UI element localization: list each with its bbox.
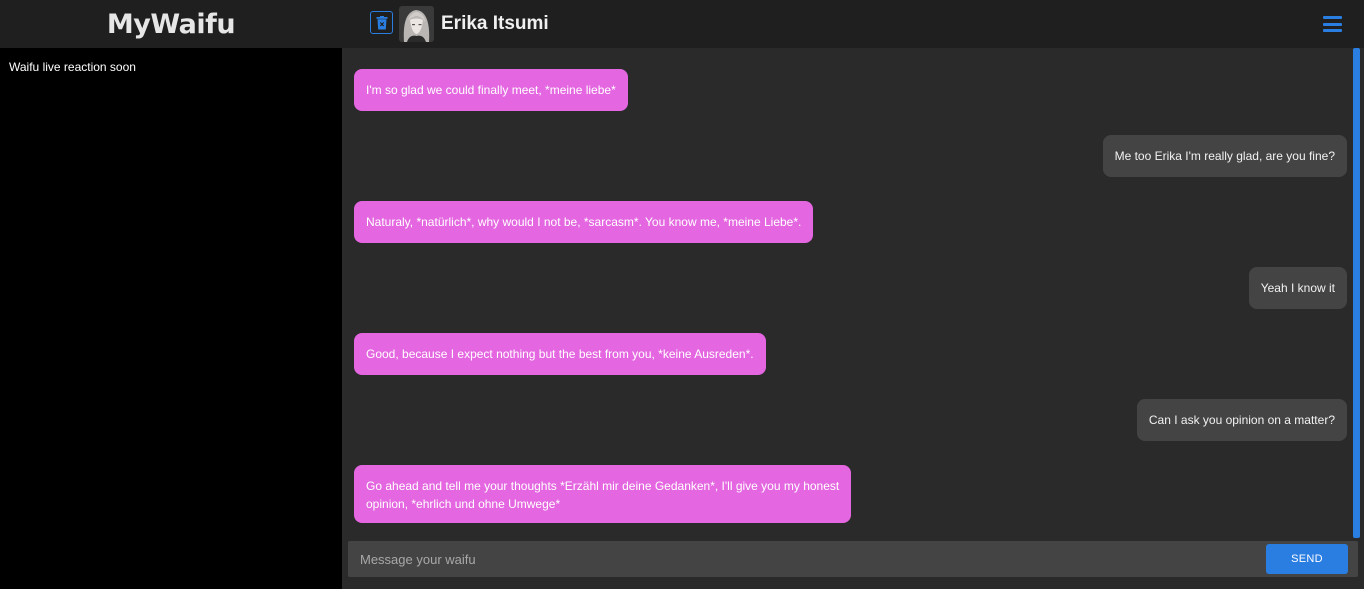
message-line: Go ahead and tell me your thoughts *Erzä…: [366, 479, 840, 493]
message-user: Me too Erika I'm really glad, are you fi…: [1102, 135, 1347, 177]
top-bar: MyWaifu Erika Itsumi: [0, 0, 1364, 48]
message-waifu: I'm so glad we could finally meet, *mein…: [354, 69, 628, 111]
message-input[interactable]: [348, 541, 1258, 577]
message-waifu: Good, because I expect nothing but the b…: [354, 333, 766, 375]
message-user: Yeah I know it: [1248, 267, 1347, 309]
delete-chat-button[interactable]: [370, 11, 393, 34]
brand-logo: MyWaifu: [106, 8, 236, 40]
chat-partner-name: Erika Itsumi: [441, 13, 549, 34]
send-button[interactable]: SEND: [1266, 544, 1348, 574]
message-waifu: Go ahead and tell me your thoughts *Erzä…: [354, 465, 852, 523]
message-composer: SEND: [348, 541, 1358, 577]
hamburger-menu-icon: [1323, 16, 1342, 19]
message-waifu: Naturaly, *natürlich*, why would I not b…: [354, 201, 814, 243]
trash-icon: [376, 15, 387, 29]
message-user: Can I ask you opinion on a matter?: [1136, 399, 1347, 441]
waifu-reaction-panel: Waifu live reaction soon: [0, 48, 342, 589]
menu-button[interactable]: [1322, 14, 1344, 34]
waifu-avatar[interactable]: [399, 6, 434, 42]
chat-scrollbar[interactable]: [1353, 48, 1360, 538]
message-line: opinion, *ehrlich und ohne Umwege*: [366, 497, 561, 511]
reaction-status-text: Waifu live reaction soon: [9, 60, 136, 74]
